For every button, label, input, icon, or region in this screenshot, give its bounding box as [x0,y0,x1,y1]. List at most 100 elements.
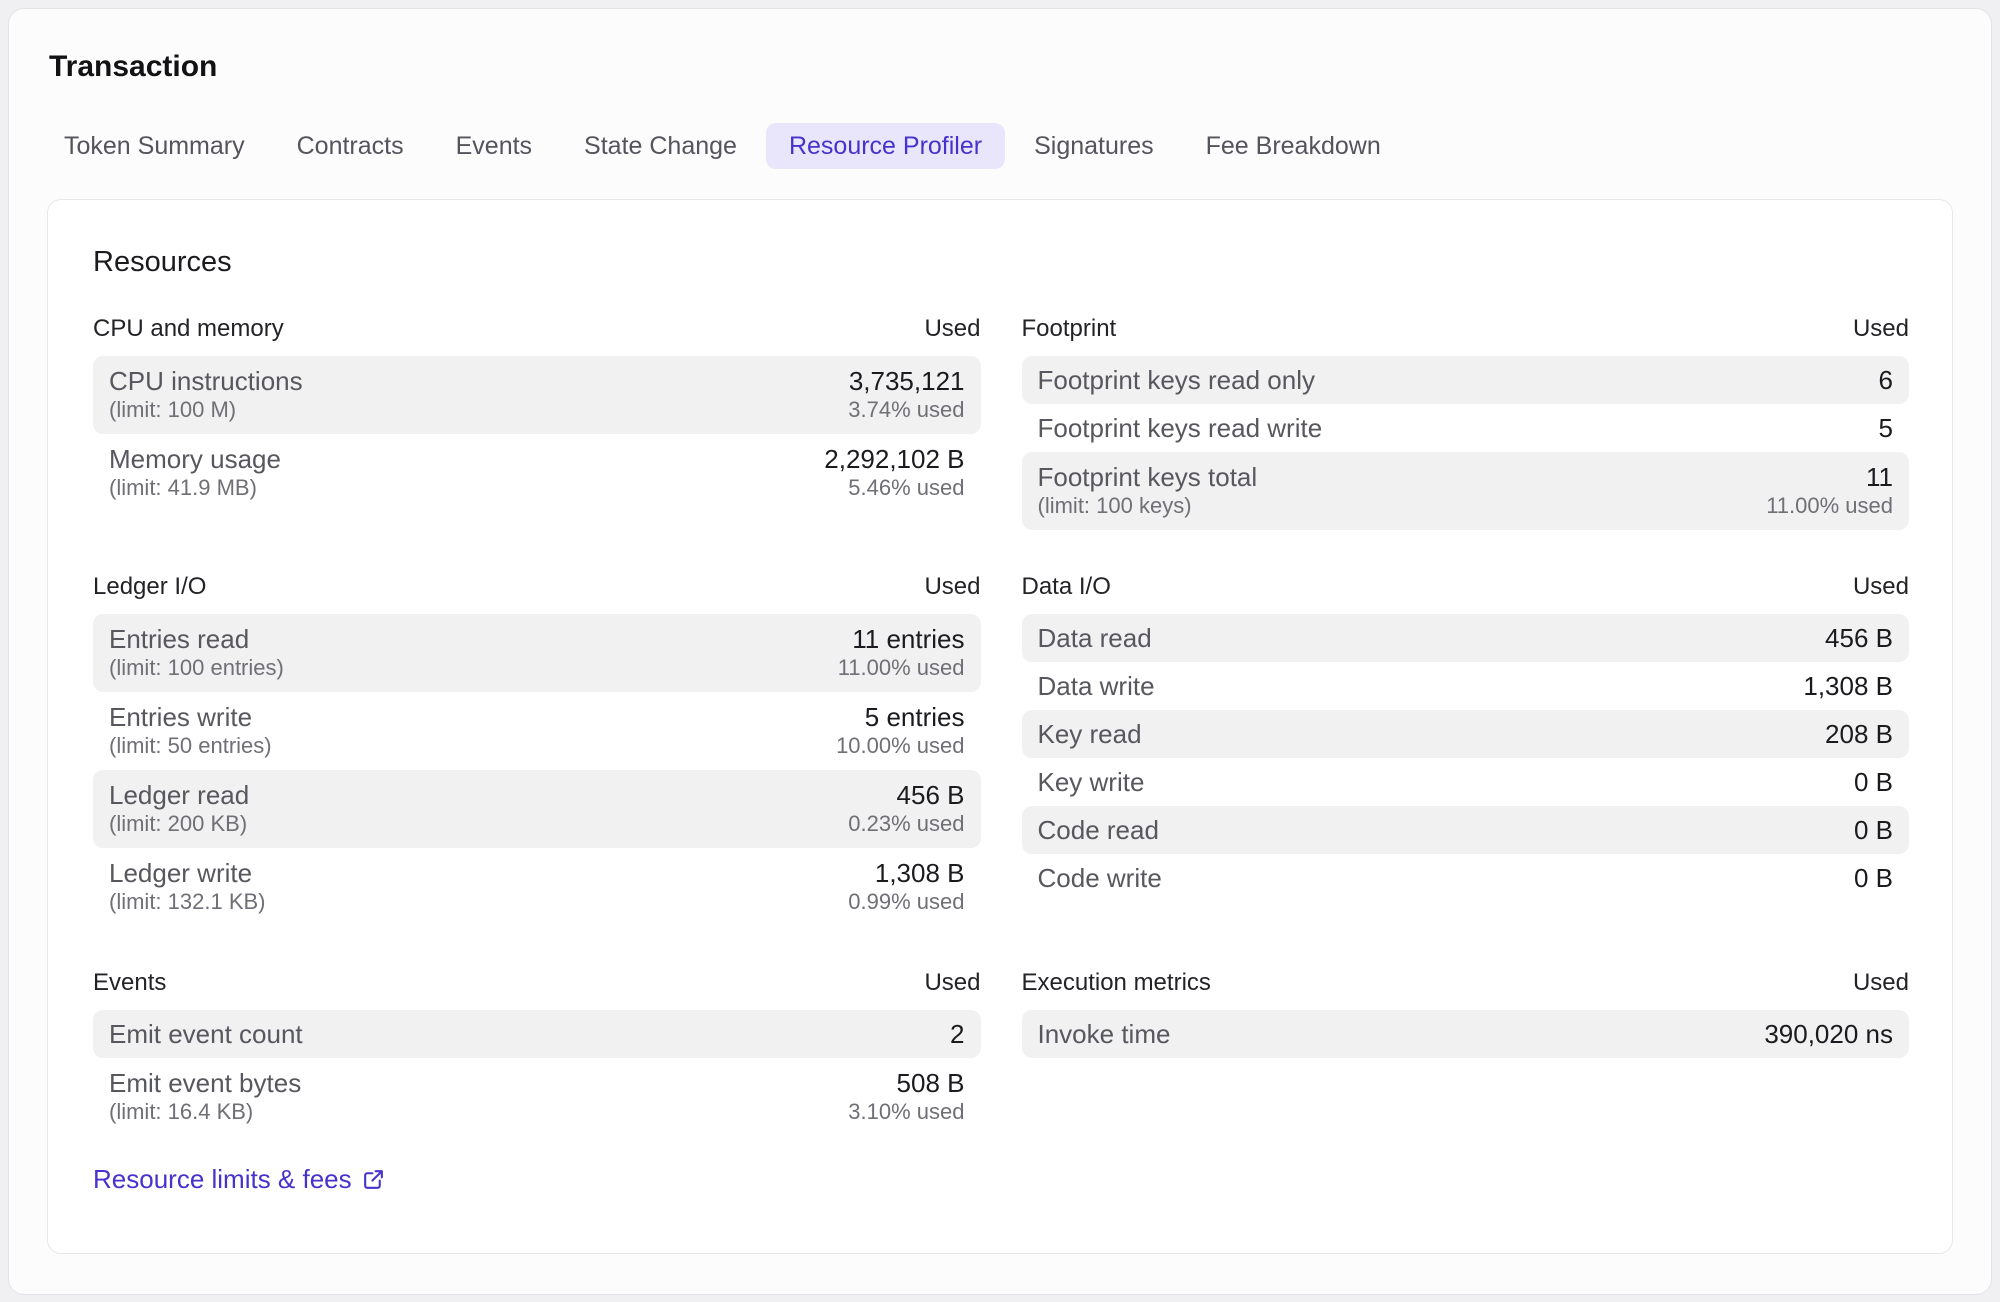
tab-signatures[interactable]: Signatures [1011,123,1177,169]
section-title: Data I/O [1022,572,1111,602]
section-header: Execution metrics Used [1022,968,1910,998]
resource-row-right: 0 B [1854,768,1893,796]
resource-row-left: Footprint keys read write [1038,414,1323,442]
resource-row-label: Key read [1038,720,1142,748]
resource-row: Footprint keys read only 6 [1022,356,1910,404]
resource-row-value: 208 B [1825,720,1893,748]
resource-row-left: CPU instructions(limit: 100 M) [109,366,303,424]
resource-row-limit: (limit: 41.9 MB) [109,474,281,502]
resource-row-left: Emit event count [109,1020,303,1048]
resource-row-label: Emit event bytes [109,1068,301,1098]
section-title: Ledger I/O [93,572,206,602]
resource-row: Data read 456 B [1022,614,1910,662]
resource-row-value: 390,020 ns [1764,1020,1893,1048]
section-data-io: Data I/OUsed Data read 456 B Data write 1,30… [1022,572,1910,902]
resource-row-value: 456 B [897,780,965,810]
tab-resource-profiler[interactable]: Resource Profiler [766,123,1005,169]
resource-row-right: 508 B3.10% used [848,1068,964,1126]
resource-row: Memory usage(limit: 41.9 MB)2,292,102 B5… [93,434,981,512]
resource-row-left: Memory usage(limit: 41.9 MB) [109,444,281,502]
resource-limits-fees-link[interactable]: Resource limits & fees [93,1164,386,1194]
section-header: EventsUsed [93,968,981,998]
resource-row-value: 1,308 B [1803,672,1893,700]
used-column-label: Used [924,572,980,602]
tab-token-summary[interactable]: Token Summary [41,123,268,169]
transaction-panel: Transaction Token SummaryContractsEvents… [8,8,1992,1295]
resource-row-value: 3,735,121 [849,366,965,396]
resource-row-left: Entries read(limit: 100 entries) [109,624,284,682]
resource-row: Entries write(limit: 50 entries) 5 entrie… [93,692,981,770]
resource-row-left: Footprint keys read only [1038,366,1315,394]
resource-row-left: Key write [1038,768,1145,796]
section-rows: Footprint keys read only6Footprint keys … [1022,356,1910,530]
resource-row-left: Emit event bytes(limit: 16.4 KB) [109,1068,301,1126]
resource-row-right: 1,308 B [1803,672,1893,700]
resource-row-left: Data write [1038,672,1155,700]
tab-bar: Token SummaryContractsEventsState Change… [41,123,1953,169]
resource-row-value: 0 B [1854,768,1893,796]
resource-row-right: 0 B [1854,864,1893,892]
resource-row-value: 5 entries [865,702,965,732]
resource-limits-fees-link-label: Resource limits & fees [93,1164,352,1194]
section-title: Execution metrics [1022,968,1211,998]
section-footprint: FootprintUsedFootprint keys read only6Fo… [1022,314,1910,530]
resource-row-left: Key read [1038,720,1142,748]
resource-row-left: Ledger write(limit: 132.1 KB) [109,858,266,916]
resource-row-right: 0 B [1854,816,1893,844]
section-header: Footprint Used [1022,314,1910,344]
resource-row-limit: (limit: 16.4 KB) [109,1098,301,1126]
resource-row-left: Footprint keys total(limit: 100 keys) [1038,462,1258,520]
resource-row-value: 0 B [1854,864,1893,892]
tab-state-change[interactable]: State Change [561,123,760,169]
resource-row-value: 11 [1866,462,1893,492]
resource-row-left: Entries write(limit: 50 entries) [109,702,272,760]
tab-events[interactable]: Events [433,123,555,169]
resources-card: Resources CPU and memoryUsed CPU instruct… [47,199,1953,1254]
resource-row-value: 11 entries [852,624,964,654]
section-header: Data I/OUsed [1022,572,1910,602]
resource-row-value: 456 B [1825,624,1893,652]
resource-row-limit: (limit: 200 KB) [109,810,249,838]
used-column-label: Used [1853,314,1909,344]
section-rows: Emit event count 2 Emit event bytes(limit:… [93,1010,981,1136]
resource-row-percent-used: 3.10% used [848,1098,964,1126]
resource-row-left: Invoke time [1038,1020,1171,1048]
resource-row-label: Ledger read [109,780,249,810]
resource-row-right: 11 entries11.00% used [838,624,965,682]
resources-title: Resources [93,244,1909,280]
used-column-label: Used [1853,968,1909,998]
resource-row-label: Invoke time [1038,1020,1171,1048]
resource-row-left: Code read [1038,816,1159,844]
resource-row: Code read 0 B [1022,806,1910,854]
resource-row-value: 1,308 B [875,858,965,888]
resource-row-limit: (limit: 100 M) [109,396,303,424]
section-rows: Entries read(limit: 100 entries) 11 entri… [93,614,981,926]
resource-row: CPU instructions(limit: 100 M) 3,735,1213… [93,356,981,434]
resource-row-label: Memory usage [109,444,281,474]
tab-contracts[interactable]: Contracts [274,123,427,169]
resource-row-label: Code write [1038,864,1162,892]
resource-row-limit: (limit: 100 entries) [109,654,284,682]
resource-row-percent-used: 0.23% used [848,810,964,838]
section-ledger-io: Ledger I/O Used Entries read(limit: 100 en… [93,572,981,926]
section-header: CPU and memoryUsed [93,314,981,344]
resource-row-right: 456 B0.23% used [848,780,964,838]
external-link-icon [361,1167,386,1192]
resource-row-label: Data read [1038,624,1152,652]
resource-row-percent-used: 0.99% used [848,888,964,916]
resource-row-label: Data write [1038,672,1155,700]
resource-row-value: 2 [950,1020,964,1048]
resource-row-left: Code write [1038,864,1162,892]
resource-row-percent-used: 11.00% used [838,654,965,682]
resource-row-percent-used: 3.74% used [848,396,964,424]
section-title: Footprint [1022,314,1117,344]
resource-row-right: 1,308 B0.99% used [848,858,964,916]
resource-row-right: 5 [1879,414,1893,442]
resource-row-left: Ledger read(limit: 200 KB) [109,780,249,838]
resource-row: Footprint keys total(limit: 100 keys)111… [1022,452,1910,530]
resource-row: Ledger read(limit: 200 KB) 456 B0.23% use… [93,770,981,848]
resource-row-left: Data read [1038,624,1152,652]
resource-row-value: 5 [1879,414,1893,442]
tab-fee-breakdown[interactable]: Fee Breakdown [1183,123,1404,169]
resource-row-value: 6 [1879,366,1893,394]
